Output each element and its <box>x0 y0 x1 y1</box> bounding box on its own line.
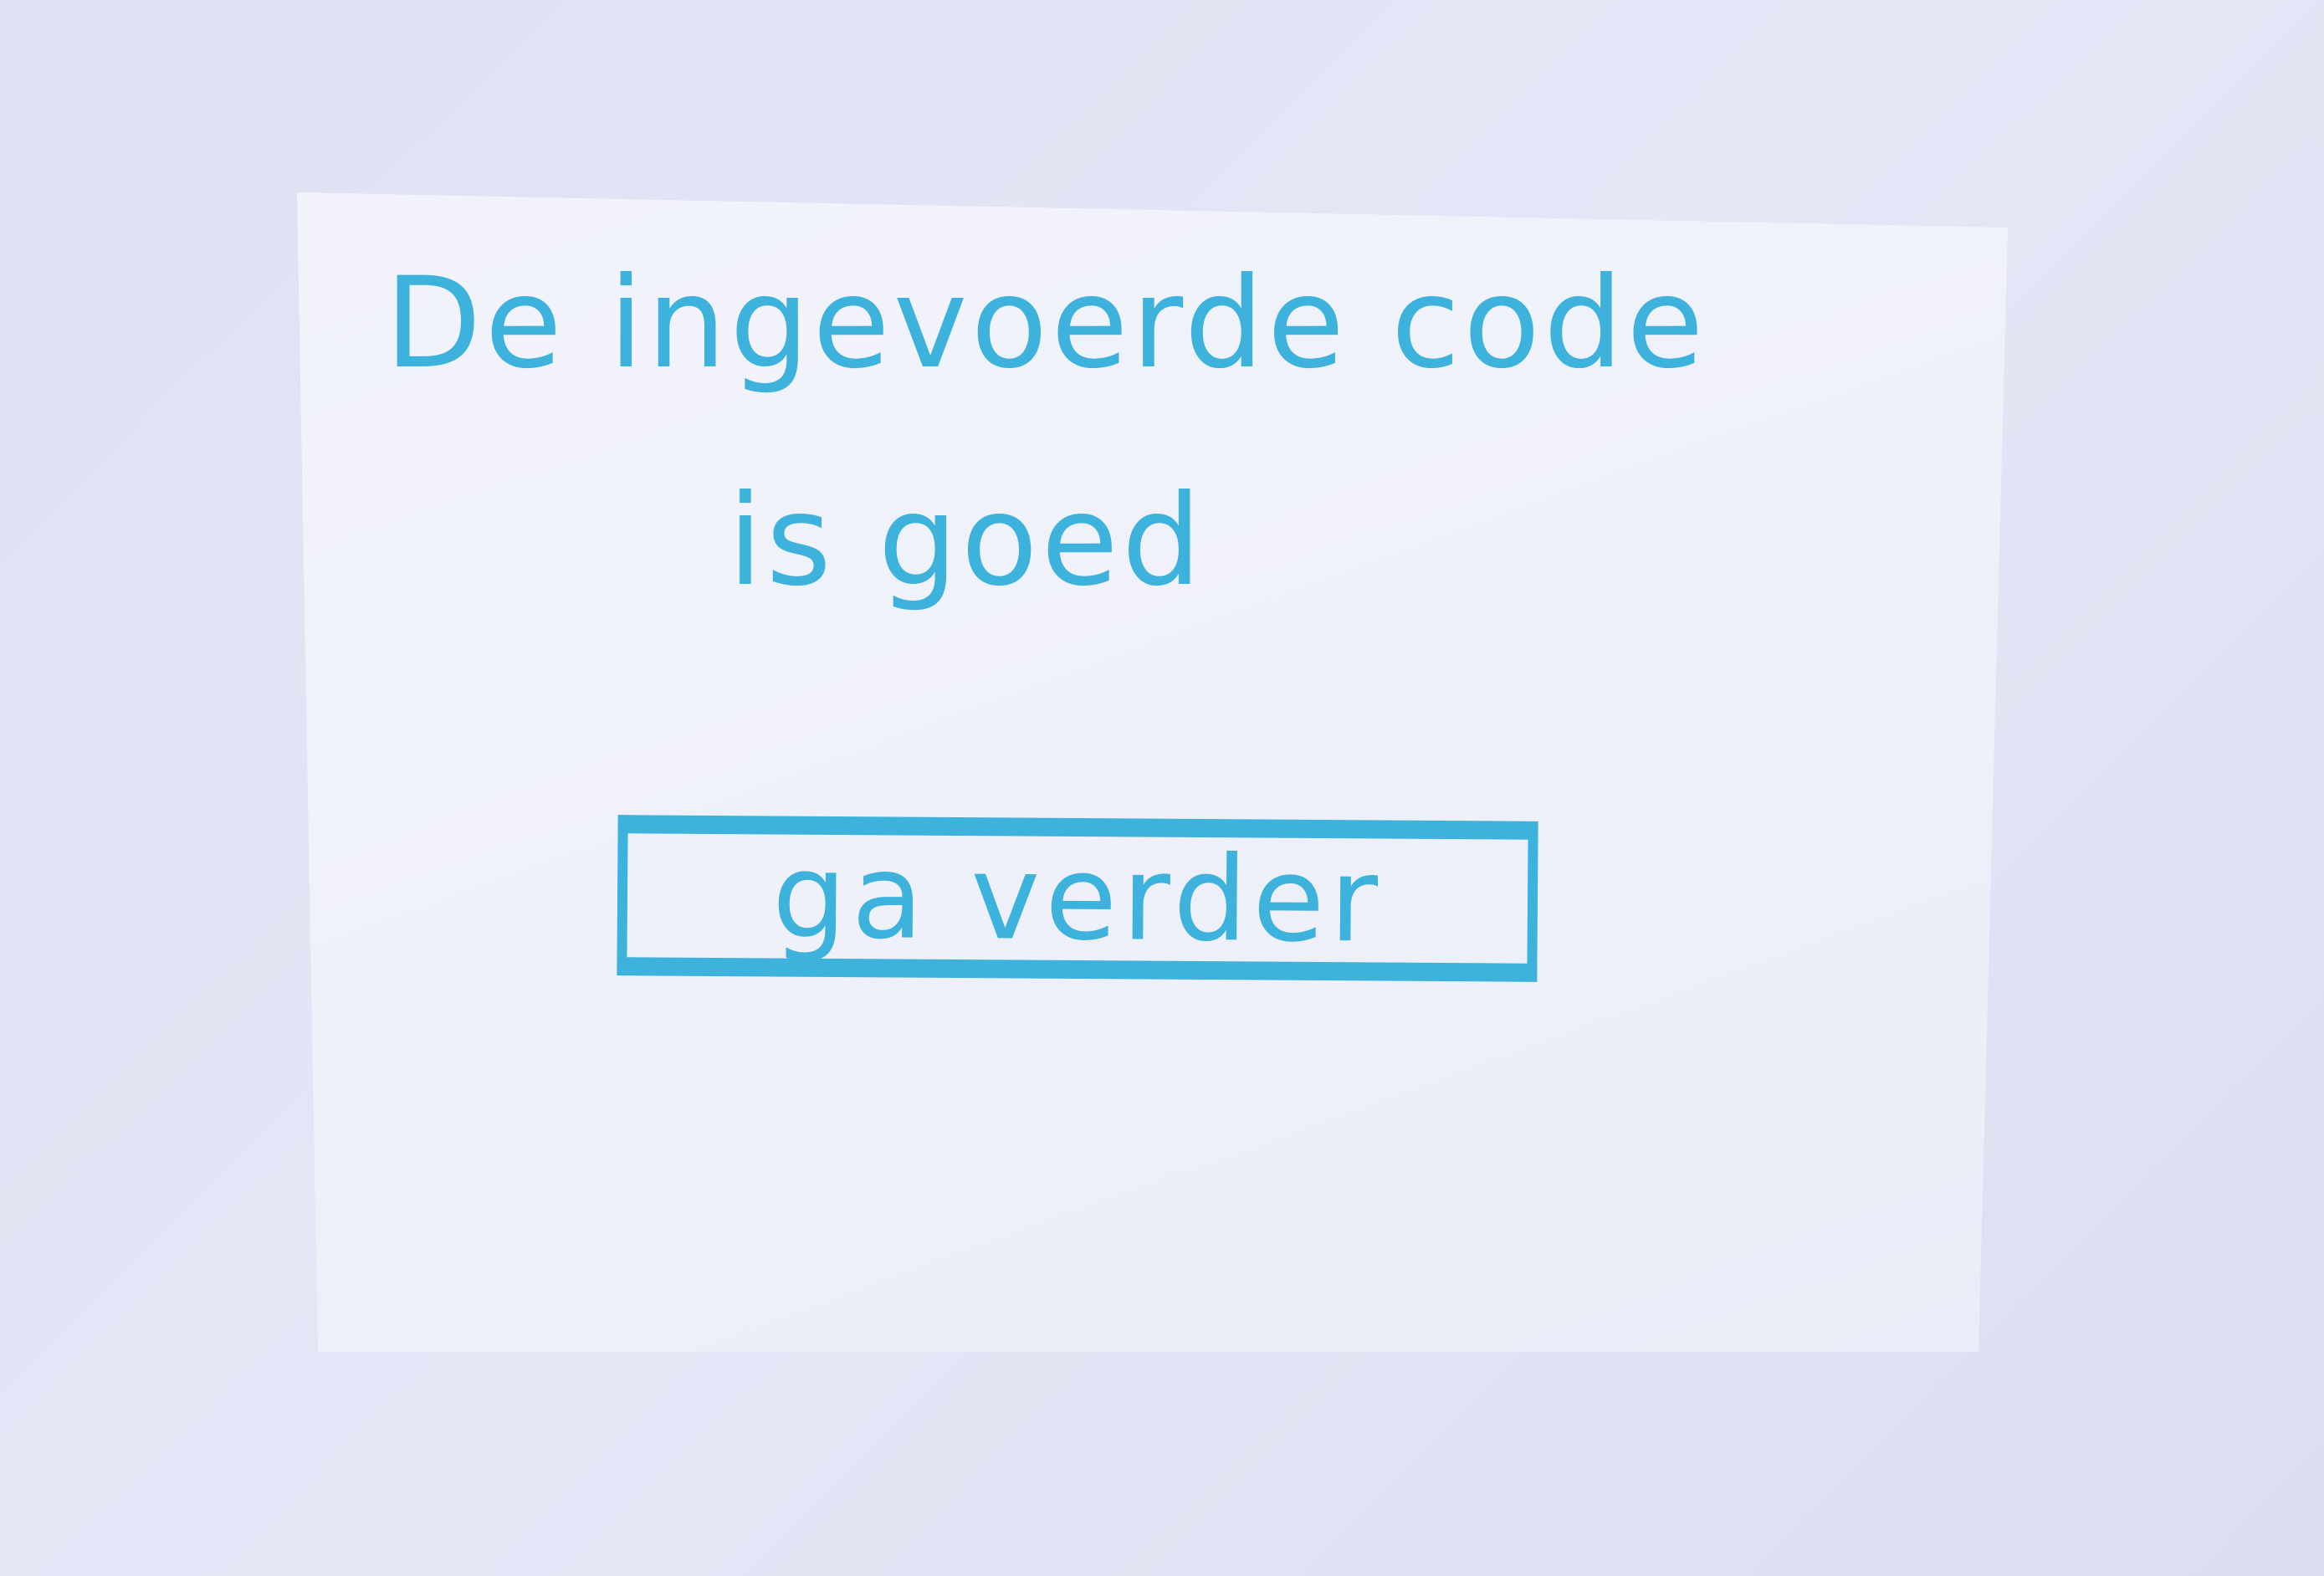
continue-button[interactable]: ga verder <box>617 815 1538 982</box>
confirmation-message-line-2: is goed <box>728 468 1205 614</box>
confirmation-message-line-1: De ingevoerde code <box>385 251 1707 397</box>
continue-button-label: ga verder <box>771 827 1384 970</box>
paper-prototype-screen <box>297 192 2008 1352</box>
